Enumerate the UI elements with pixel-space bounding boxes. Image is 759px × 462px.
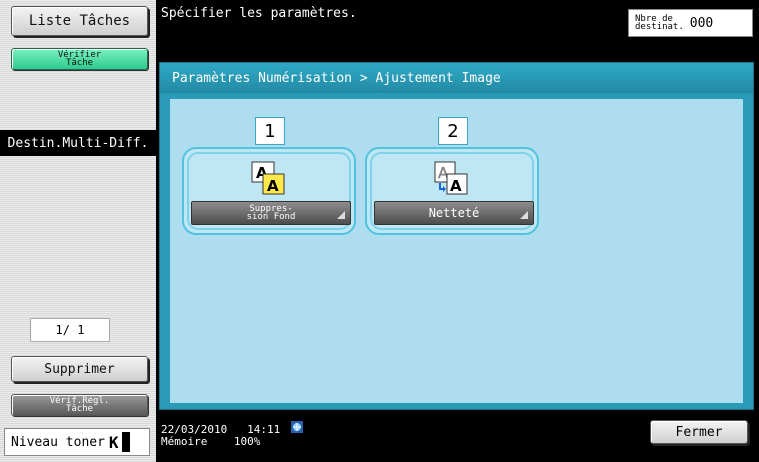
background-removal-function[interactable]: A A Suppres- sion Fond [182, 147, 356, 235]
corner-mark [520, 211, 528, 219]
sharpness-button[interactable]: Netteté [374, 201, 534, 225]
destination-count-box: Nbre de destinat. 000 [628, 9, 753, 37]
memory-value: 100% [233, 435, 261, 448]
network-status-icon [291, 421, 303, 433]
page-counter: 1/ 1 [30, 318, 110, 342]
check-job-settings-button[interactable]: Vérif.Régl. Tâche [11, 394, 148, 416]
close-button[interactable]: Fermer [650, 420, 748, 444]
job-list-button[interactable]: Liste Tâches [11, 6, 148, 36]
destination-count-label: Nbre de destinat. [635, 14, 684, 32]
background-removal-icon: A A [251, 161, 285, 195]
destination-count-value: 000 [689, 15, 714, 31]
toner-level: Niveau toner K [4, 428, 150, 456]
function-number-1: 1 [255, 117, 285, 145]
toner-label: Niveau toner [11, 434, 105, 450]
breadcrumb: Paramètres Numérisation > Ajustement Ima… [160, 63, 753, 93]
sharpness-icon: A A [434, 161, 468, 195]
svg-text:A: A [267, 177, 279, 195]
background-removal-button[interactable]: Suppres- sion Fond [191, 201, 351, 225]
function-number-2: 2 [438, 117, 468, 145]
check-job-button[interactable]: Vérifier Tâche [11, 48, 148, 70]
left-sidebar: Liste Tâches Vérifier Tâche Destin.Multi… [0, 0, 156, 462]
status-bar: 22/03/2010 14:11 Mémoire 100% [161, 424, 280, 448]
settings-panel: Paramètres Numérisation > Ajustement Ima… [159, 62, 754, 410]
toner-bar-icon [121, 432, 130, 452]
toner-color-letter: K [108, 432, 119, 452]
svg-text:A: A [450, 177, 462, 195]
delete-button[interactable]: Supprimer [11, 356, 148, 382]
multi-dest-label: Destin.Multi-Diff. [0, 130, 156, 156]
sharpness-function[interactable]: A A Netteté [365, 147, 539, 235]
instruction-text: Spécifier les paramètres. [161, 6, 357, 21]
memory-label: Mémoire [161, 435, 208, 448]
corner-mark [337, 211, 345, 219]
panel-body: 1 A A Suppres- sion Fond 2 A A Netteté [170, 99, 743, 403]
